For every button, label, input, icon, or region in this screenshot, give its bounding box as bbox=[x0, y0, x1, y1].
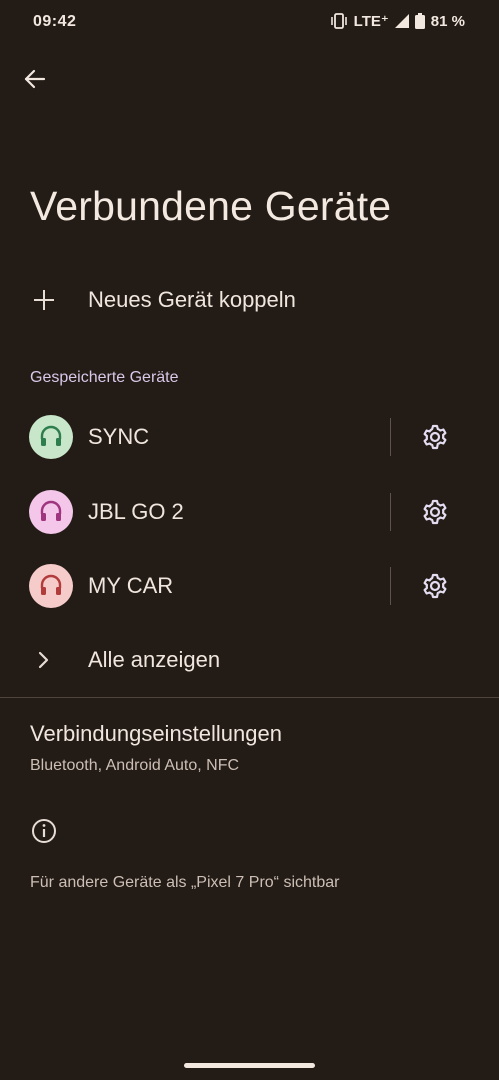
headset-icon bbox=[40, 574, 62, 595]
gear-icon[interactable] bbox=[421, 572, 449, 600]
vibrate-icon bbox=[330, 13, 348, 29]
device-row-jbl-go-2[interactable]: JBL GO 2 bbox=[0, 475, 499, 549]
saved-devices-header: Gespeicherte Geräte bbox=[30, 369, 179, 386]
info-icon bbox=[32, 819, 56, 843]
visibility-info-text: Für andere Geräte als „Pixel 7 Pro“ sich… bbox=[30, 874, 340, 891]
pair-new-device-label: Neues Gerät koppeln bbox=[88, 287, 296, 312]
arrow-back-icon bbox=[24, 69, 46, 89]
signal-icon bbox=[394, 14, 409, 28]
chevron-right-icon bbox=[38, 651, 49, 669]
gear-icon[interactable] bbox=[421, 423, 449, 451]
device-name: MY CAR bbox=[88, 573, 174, 598]
device-avatar bbox=[29, 415, 73, 459]
connection-settings-row[interactable]: Verbindungseinstellungen Bluetooth, Andr… bbox=[0, 712, 499, 788]
show-all-row[interactable]: Alle anzeigen bbox=[0, 630, 499, 690]
battery-level: 81 % bbox=[430, 12, 465, 30]
status-bar: 09:42 LTE⁺ 81 % bbox=[0, 0, 499, 44]
pair-new-device-row[interactable]: Neues Gerät koppeln bbox=[0, 270, 499, 330]
gesture-nav-handle[interactable] bbox=[184, 1063, 315, 1068]
device-row-my-car[interactable]: MY CAR bbox=[0, 549, 499, 623]
status-time: 09:42 bbox=[33, 13, 77, 30]
device-avatar bbox=[29, 564, 73, 608]
device-name: JBL GO 2 bbox=[88, 499, 184, 524]
page-title: Verbundene Geräte bbox=[30, 183, 392, 229]
device-row-sync[interactable]: SYNC bbox=[0, 400, 499, 474]
device-avatar bbox=[29, 490, 73, 534]
device-name: SYNC bbox=[88, 424, 150, 449]
section-divider bbox=[0, 697, 499, 698]
back-button[interactable] bbox=[18, 62, 52, 96]
headset-icon bbox=[40, 425, 62, 446]
battery-icon bbox=[414, 13, 425, 29]
network-type: LTE⁺ bbox=[353, 13, 389, 30]
connection-settings-title: Verbindungseinstellungen bbox=[30, 721, 282, 746]
plus-icon bbox=[34, 290, 54, 310]
divider bbox=[390, 493, 391, 531]
gear-icon[interactable] bbox=[421, 498, 449, 526]
show-all-label: Alle anzeigen bbox=[88, 647, 221, 672]
divider bbox=[390, 567, 391, 605]
connection-settings-subtitle: Bluetooth, Android Auto, NFC bbox=[30, 757, 240, 774]
status-icons: LTE⁺ 81 % bbox=[330, 12, 465, 30]
headset-icon bbox=[40, 500, 62, 521]
divider bbox=[390, 418, 391, 456]
